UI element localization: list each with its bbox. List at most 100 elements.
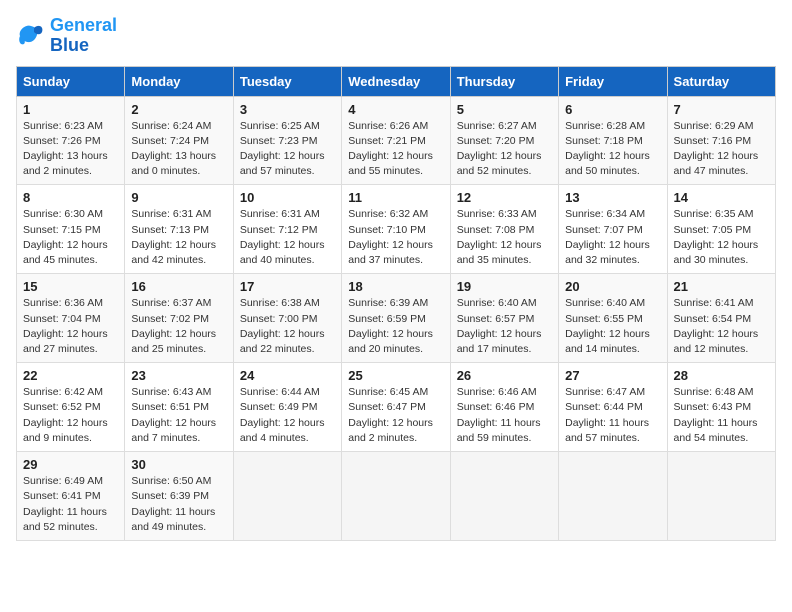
calendar-cell: 13 Sunrise: 6:34 AM Sunset: 7:07 PM Dayli… bbox=[559, 185, 667, 274]
day-info: Sunrise: 6:36 AM Sunset: 7:04 PM Dayligh… bbox=[23, 296, 118, 357]
day-info: Sunrise: 6:28 AM Sunset: 7:18 PM Dayligh… bbox=[565, 119, 660, 180]
day-number: 21 bbox=[674, 279, 769, 294]
calendar-header-row: SundayMondayTuesdayWednesdayThursdayFrid… bbox=[17, 66, 776, 96]
day-info: Sunrise: 6:31 AM Sunset: 7:12 PM Dayligh… bbox=[240, 207, 335, 268]
calendar-cell: 8 Sunrise: 6:30 AM Sunset: 7:15 PM Daylig… bbox=[17, 185, 125, 274]
calendar-cell: 18 Sunrise: 6:39 AM Sunset: 6:59 PM Dayli… bbox=[342, 274, 450, 363]
calendar-cell: 17 Sunrise: 6:38 AM Sunset: 7:00 PM Dayli… bbox=[233, 274, 341, 363]
calendar-week-row: 22 Sunrise: 6:42 AM Sunset: 6:52 PM Dayli… bbox=[17, 363, 776, 452]
day-info: Sunrise: 6:31 AM Sunset: 7:13 PM Dayligh… bbox=[131, 207, 226, 268]
day-number: 3 bbox=[240, 102, 335, 117]
day-number: 10 bbox=[240, 190, 335, 205]
calendar-cell: 27 Sunrise: 6:47 AM Sunset: 6:44 PM Dayli… bbox=[559, 363, 667, 452]
calendar-cell: 26 Sunrise: 6:46 AM Sunset: 6:46 PM Dayli… bbox=[450, 363, 558, 452]
calendar-cell: 6 Sunrise: 6:28 AM Sunset: 7:18 PM Daylig… bbox=[559, 96, 667, 185]
day-info: Sunrise: 6:47 AM Sunset: 6:44 PM Dayligh… bbox=[565, 385, 660, 446]
day-number: 16 bbox=[131, 279, 226, 294]
calendar-cell: 20 Sunrise: 6:40 AM Sunset: 6:55 PM Dayli… bbox=[559, 274, 667, 363]
page-header: General Blue bbox=[16, 16, 776, 56]
day-info: Sunrise: 6:43 AM Sunset: 6:51 PM Dayligh… bbox=[131, 385, 226, 446]
day-number: 25 bbox=[348, 368, 443, 383]
calendar-cell: 19 Sunrise: 6:40 AM Sunset: 6:57 PM Dayli… bbox=[450, 274, 558, 363]
day-number: 14 bbox=[674, 190, 769, 205]
col-header-friday: Friday bbox=[559, 66, 667, 96]
calendar-cell: 22 Sunrise: 6:42 AM Sunset: 6:52 PM Dayli… bbox=[17, 363, 125, 452]
col-header-wednesday: Wednesday bbox=[342, 66, 450, 96]
day-info: Sunrise: 6:39 AM Sunset: 6:59 PM Dayligh… bbox=[348, 296, 443, 357]
day-info: Sunrise: 6:40 AM Sunset: 6:57 PM Dayligh… bbox=[457, 296, 552, 357]
calendar-cell bbox=[450, 452, 558, 541]
calendar-cell: 16 Sunrise: 6:37 AM Sunset: 7:02 PM Dayli… bbox=[125, 274, 233, 363]
day-number: 1 bbox=[23, 102, 118, 117]
day-info: Sunrise: 6:48 AM Sunset: 6:43 PM Dayligh… bbox=[674, 385, 769, 446]
day-number: 30 bbox=[131, 457, 226, 472]
calendar-cell bbox=[342, 452, 450, 541]
day-info: Sunrise: 6:42 AM Sunset: 6:52 PM Dayligh… bbox=[23, 385, 118, 446]
day-number: 13 bbox=[565, 190, 660, 205]
calendar-cell: 2Sunrise: 6:24 AM Sunset: 7:24 PM Daylig… bbox=[125, 96, 233, 185]
day-number: 24 bbox=[240, 368, 335, 383]
day-info: Sunrise: 6:27 AM Sunset: 7:20 PM Dayligh… bbox=[457, 119, 552, 180]
day-number: 18 bbox=[348, 279, 443, 294]
calendar-cell: 7Sunrise: 6:29 AM Sunset: 7:16 PM Daylig… bbox=[667, 96, 775, 185]
calendar-table: SundayMondayTuesdayWednesdayThursdayFrid… bbox=[16, 66, 776, 541]
day-info: Sunrise: 6:24 AM Sunset: 7:24 PM Dayligh… bbox=[131, 119, 226, 180]
calendar-cell: 21 Sunrise: 6:41 AM Sunset: 6:54 PM Dayli… bbox=[667, 274, 775, 363]
col-header-thursday: Thursday bbox=[450, 66, 558, 96]
day-number: 20 bbox=[565, 279, 660, 294]
day-info: Sunrise: 6:32 AM Sunset: 7:10 PM Dayligh… bbox=[348, 207, 443, 268]
day-number: 19 bbox=[457, 279, 552, 294]
col-header-sunday: Sunday bbox=[17, 66, 125, 96]
day-number: 27 bbox=[565, 368, 660, 383]
day-number: 15 bbox=[23, 279, 118, 294]
day-info: Sunrise: 6:26 AM Sunset: 7:21 PM Dayligh… bbox=[348, 119, 443, 180]
day-number: 5 bbox=[457, 102, 552, 117]
day-info: Sunrise: 6:25 AM Sunset: 7:23 PM Dayligh… bbox=[240, 119, 335, 180]
logo: General Blue bbox=[16, 16, 117, 56]
day-number: 11 bbox=[348, 190, 443, 205]
calendar-cell: 11 Sunrise: 6:32 AM Sunset: 7:10 PM Dayli… bbox=[342, 185, 450, 274]
day-info: Sunrise: 6:45 AM Sunset: 6:47 PM Dayligh… bbox=[348, 385, 443, 446]
day-number: 7 bbox=[674, 102, 769, 117]
day-number: 29 bbox=[23, 457, 118, 472]
calendar-cell: 4 Sunrise: 6:26 AM Sunset: 7:21 PM Daylig… bbox=[342, 96, 450, 185]
day-number: 26 bbox=[457, 368, 552, 383]
day-info: Sunrise: 6:38 AM Sunset: 7:00 PM Dayligh… bbox=[240, 296, 335, 357]
day-info: Sunrise: 6:41 AM Sunset: 6:54 PM Dayligh… bbox=[674, 296, 769, 357]
calendar-cell: 10 Sunrise: 6:31 AM Sunset: 7:12 PM Dayli… bbox=[233, 185, 341, 274]
day-number: 4 bbox=[348, 102, 443, 117]
calendar-cell: 29 Sunrise: 6:49 AM Sunset: 6:41 PM Dayli… bbox=[17, 452, 125, 541]
day-info: Sunrise: 6:49 AM Sunset: 6:41 PM Dayligh… bbox=[23, 474, 118, 535]
calendar-cell: 12Sunrise: 6:33 AM Sunset: 7:08 PM Dayli… bbox=[450, 185, 558, 274]
day-number: 17 bbox=[240, 279, 335, 294]
calendar-week-row: 1Sunrise: 6:23 AM Sunset: 7:26 PM Daylig… bbox=[17, 96, 776, 185]
col-header-saturday: Saturday bbox=[667, 66, 775, 96]
calendar-cell: 28 Sunrise: 6:48 AM Sunset: 6:43 PM Dayli… bbox=[667, 363, 775, 452]
day-info: Sunrise: 6:30 AM Sunset: 7:15 PM Dayligh… bbox=[23, 207, 118, 268]
calendar-cell: 25 Sunrise: 6:45 AM Sunset: 6:47 PM Dayli… bbox=[342, 363, 450, 452]
day-number: 6 bbox=[565, 102, 660, 117]
day-number: 8 bbox=[23, 190, 118, 205]
day-info: Sunrise: 6:46 AM Sunset: 6:46 PM Dayligh… bbox=[457, 385, 552, 446]
day-info: Sunrise: 6:34 AM Sunset: 7:07 PM Dayligh… bbox=[565, 207, 660, 268]
logo-bird-icon bbox=[16, 22, 46, 50]
calendar-cell: 30Sunrise: 6:50 AM Sunset: 6:39 PM Dayli… bbox=[125, 452, 233, 541]
day-number: 28 bbox=[674, 368, 769, 383]
day-info: Sunrise: 6:40 AM Sunset: 6:55 PM Dayligh… bbox=[565, 296, 660, 357]
col-header-tuesday: Tuesday bbox=[233, 66, 341, 96]
day-number: 23 bbox=[131, 368, 226, 383]
col-header-monday: Monday bbox=[125, 66, 233, 96]
day-info: Sunrise: 6:33 AM Sunset: 7:08 PM Dayligh… bbox=[457, 207, 552, 268]
day-info: Sunrise: 6:37 AM Sunset: 7:02 PM Dayligh… bbox=[131, 296, 226, 357]
calendar-cell: 23 Sunrise: 6:43 AM Sunset: 6:51 PM Dayli… bbox=[125, 363, 233, 452]
day-number: 22 bbox=[23, 368, 118, 383]
day-info: Sunrise: 6:35 AM Sunset: 7:05 PM Dayligh… bbox=[674, 207, 769, 268]
calendar-cell bbox=[667, 452, 775, 541]
logo-text: General Blue bbox=[50, 16, 117, 56]
calendar-week-row: 29 Sunrise: 6:49 AM Sunset: 6:41 PM Dayli… bbox=[17, 452, 776, 541]
calendar-cell: 14 Sunrise: 6:35 AM Sunset: 7:05 PM Dayli… bbox=[667, 185, 775, 274]
calendar-cell bbox=[559, 452, 667, 541]
calendar-week-row: 15 Sunrise: 6:36 AM Sunset: 7:04 PM Dayli… bbox=[17, 274, 776, 363]
calendar-cell: 5 Sunrise: 6:27 AM Sunset: 7:20 PM Daylig… bbox=[450, 96, 558, 185]
calendar-week-row: 8 Sunrise: 6:30 AM Sunset: 7:15 PM Daylig… bbox=[17, 185, 776, 274]
